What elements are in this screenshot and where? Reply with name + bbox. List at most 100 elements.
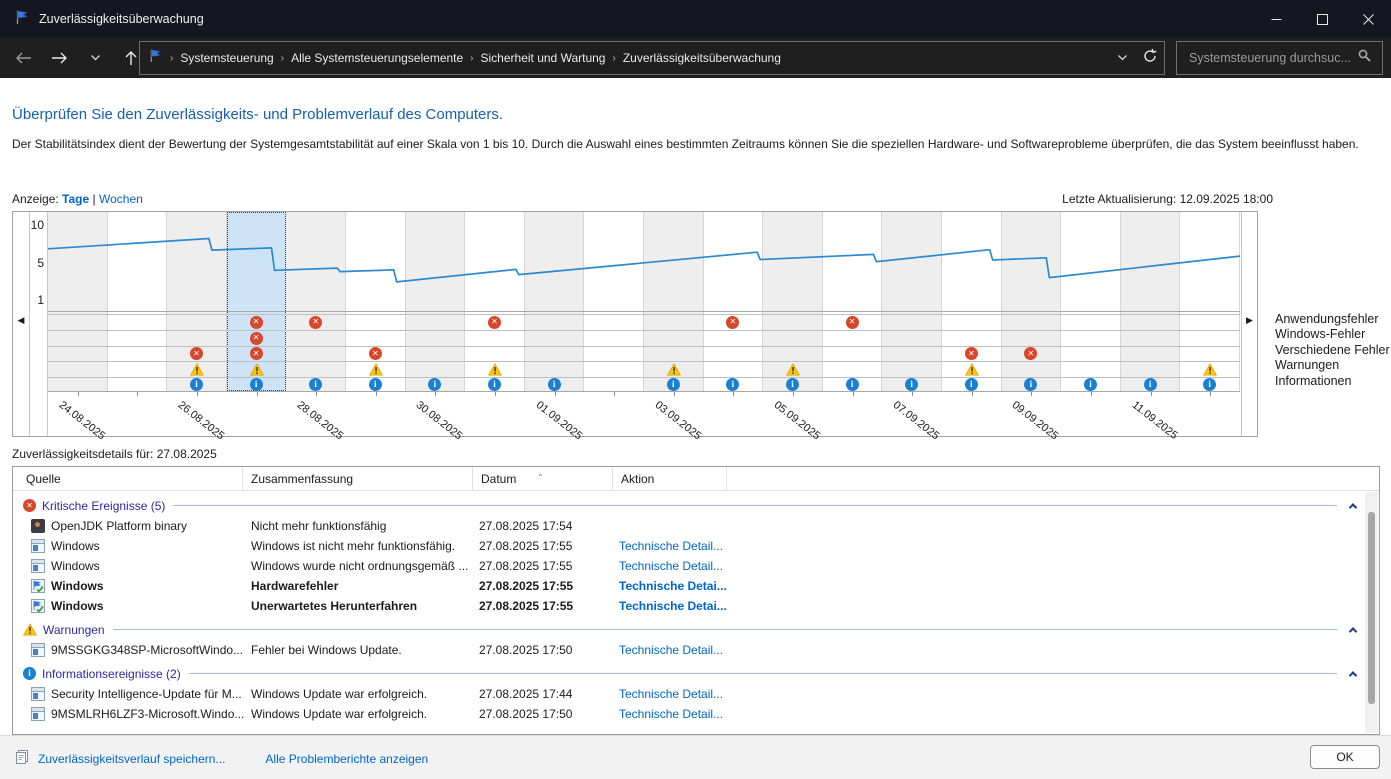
technical-details-link[interactable]: Technische Detail...: [619, 643, 723, 657]
date-tick: [1150, 392, 1152, 396]
event-source-cell: Windows: [13, 579, 251, 593]
grid-warn-icon: [488, 362, 502, 376]
event-action-cell: Technische Detai...: [619, 599, 819, 613]
group-rule: [188, 673, 1337, 674]
event-grid-row-misc: [48, 346, 1240, 361]
search-icon[interactable]: [1357, 48, 1372, 68]
info-icon: i: [1203, 377, 1217, 391]
event-source-cell: Windows: [13, 559, 251, 573]
address-dropdown-chevron-icon[interactable]: [1117, 49, 1128, 67]
column-header-quelle[interactable]: Quelle: [13, 466, 243, 491]
scroll-left-arrow-icon[interactable]: ◀: [18, 316, 25, 325]
grid-info-icon: i: [1143, 377, 1157, 391]
event-row[interactable]: Windows Hardwarefehler 27.08.2025 17:55 Tec…: [13, 576, 1365, 596]
breadcrumb-chevron-icon[interactable]: ›: [170, 53, 173, 64]
scroll-right-arrow-icon[interactable]: ▶: [1246, 316, 1253, 325]
group-rule: [112, 629, 1337, 630]
view-weeks-link[interactable]: Wochen: [99, 192, 143, 206]
event-row[interactable]: Security Intelligence-Update für M... Win…: [13, 684, 1365, 704]
warning-icon: [1203, 362, 1218, 376]
critical-group-icon: ✕: [23, 499, 36, 512]
chart-scroll-left[interactable]: ◀: [13, 212, 30, 436]
y-tick-label: 10: [30, 218, 44, 232]
event-row[interactable]: Windows Unerwartetes Herunterfahren 27.08.…: [13, 596, 1365, 616]
view-all-reports-link[interactable]: Alle Problemberichte anzeigen: [265, 752, 428, 766]
grid-info-icon: i: [1084, 377, 1097, 391]
details-title: Zuverlässigkeitsdetails für: 27.08.2025: [12, 447, 217, 461]
event-source-text: Security Intelligence-Update für M...: [51, 687, 242, 701]
event-row[interactable]: 9MSSGKG348SP-MicrosoftWindo... Fehler bei…: [13, 640, 1365, 660]
breadcrumb-item-2[interactable]: Alle Systemsteuerungselemente: [291, 51, 463, 65]
view-separator: |: [92, 192, 96, 206]
info-icon: i: [726, 377, 740, 391]
event-action-cell: Technische Detail...: [619, 559, 819, 573]
technical-details-link[interactable]: Technische Detail...: [619, 687, 723, 701]
window-icon: [31, 539, 45, 553]
technical-details-link[interactable]: Technische Detail...: [619, 539, 723, 553]
group-label: Warnungen: [43, 622, 105, 637]
technical-details-link[interactable]: Technische Detail...: [619, 707, 723, 721]
back-button[interactable]: [8, 43, 38, 73]
column-header-zusammenfassung[interactable]: Zusammenfassung: [243, 466, 473, 491]
column-header-datum[interactable]: Datum ⌃: [473, 466, 613, 491]
chart-section-divider: [48, 311, 1240, 312]
view-days-link[interactable]: Tage: [62, 192, 89, 206]
event-row[interactable]: Windows Windows wurde nicht ordnungsgemäß…: [13, 556, 1365, 576]
collapse-group-button[interactable]: [1345, 666, 1361, 682]
maximize-button[interactable]: [1299, 0, 1345, 38]
collapse-group-button[interactable]: [1345, 622, 1361, 638]
event-row[interactable]: OpenJDK Platform binary Nicht mehr funkti…: [13, 516, 1365, 536]
event-source-cell: Security Intelligence-Update für M...: [13, 687, 251, 701]
chart-scroll-right[interactable]: ▶: [1241, 212, 1257, 436]
breadcrumb-chevron-icon[interactable]: ›: [470, 53, 473, 64]
search-input[interactable]: [1177, 51, 1357, 65]
save-history-link[interactable]: Zuverlässigkeitsverlauf speichern...: [38, 752, 225, 766]
recent-pages-chevron-icon[interactable]: [80, 43, 110, 73]
event-date-cell: 27.08.2025 17:55: [479, 559, 573, 573]
event-row[interactable]: 9MSMLRH6LZF3-Microsoft.Windo... Windows U…: [13, 704, 1365, 724]
info-group-icon: i: [23, 667, 36, 680]
technical-details-link[interactable]: Technische Detail...: [619, 559, 723, 573]
technical-details-link[interactable]: Technische Detai...: [619, 579, 727, 593]
date-tick: [375, 392, 377, 396]
collapse-group-button[interactable]: [1345, 498, 1361, 514]
grid-warn-icon: [964, 362, 979, 376]
date-label: 01.09.2025: [533, 399, 584, 443]
technical-details-link[interactable]: Technische Detai...: [619, 599, 727, 613]
ok-button[interactable]: OK: [1310, 745, 1380, 769]
breadcrumb-item-4[interactable]: Zuverlässigkeitsüberwachung: [623, 51, 781, 65]
grid-app-icon: ✕: [726, 315, 740, 329]
table-scrollbar[interactable]: [1365, 492, 1378, 733]
legend-row-win: Windows-Fehler: [1275, 327, 1366, 342]
breadcrumb-chevron-icon[interactable]: ›: [612, 53, 615, 64]
event-summary-cell: Unerwartetes Herunterfahren: [251, 599, 418, 613]
grid-warn-icon: [786, 362, 800, 376]
warning-icon: [368, 362, 383, 376]
column-header-aktion[interactable]: Aktion: [613, 466, 727, 491]
date-tick: [912, 392, 914, 396]
minimize-button[interactable]: [1253, 0, 1299, 38]
event-date-cell: 27.08.2025 17:55: [479, 579, 574, 593]
breadcrumb-chevron-icon[interactable]: ›: [281, 53, 284, 64]
group-header-row[interactable]: Warnungen: [13, 619, 1365, 640]
grid-warn-icon: [190, 362, 204, 376]
event-source-cell: Windows: [13, 539, 251, 553]
address-bar[interactable]: › Systemsteuerung › Alle Systemsteuerungsel…: [139, 41, 1165, 75]
save-history-icon: [14, 749, 30, 768]
refresh-icon[interactable]: [1142, 48, 1158, 69]
group-header-row[interactable]: ✕ Kritische Ereignisse (5): [13, 495, 1365, 516]
window-icon: [31, 707, 45, 721]
flagcheck-icon: [31, 599, 45, 613]
event-source-text: Windows: [51, 539, 100, 553]
event-row[interactable]: Windows Windows ist nicht mehr funktionsf…: [13, 536, 1365, 556]
window-icon: [31, 643, 45, 657]
warning-icon: [190, 362, 204, 376]
scrollbar-thumb[interactable]: [1368, 512, 1375, 704]
y-tick-label: 5: [37, 256, 44, 270]
close-button[interactable]: [1345, 0, 1391, 38]
grid-app-icon: ✕: [249, 315, 263, 329]
breadcrumb-item-3[interactable]: Sicherheit und Wartung: [481, 51, 606, 65]
forward-button[interactable]: [44, 43, 74, 73]
group-header-row[interactable]: i Informationsereignisse (2): [13, 663, 1365, 684]
breadcrumb-item-1[interactable]: Systemsteuerung: [180, 51, 273, 65]
